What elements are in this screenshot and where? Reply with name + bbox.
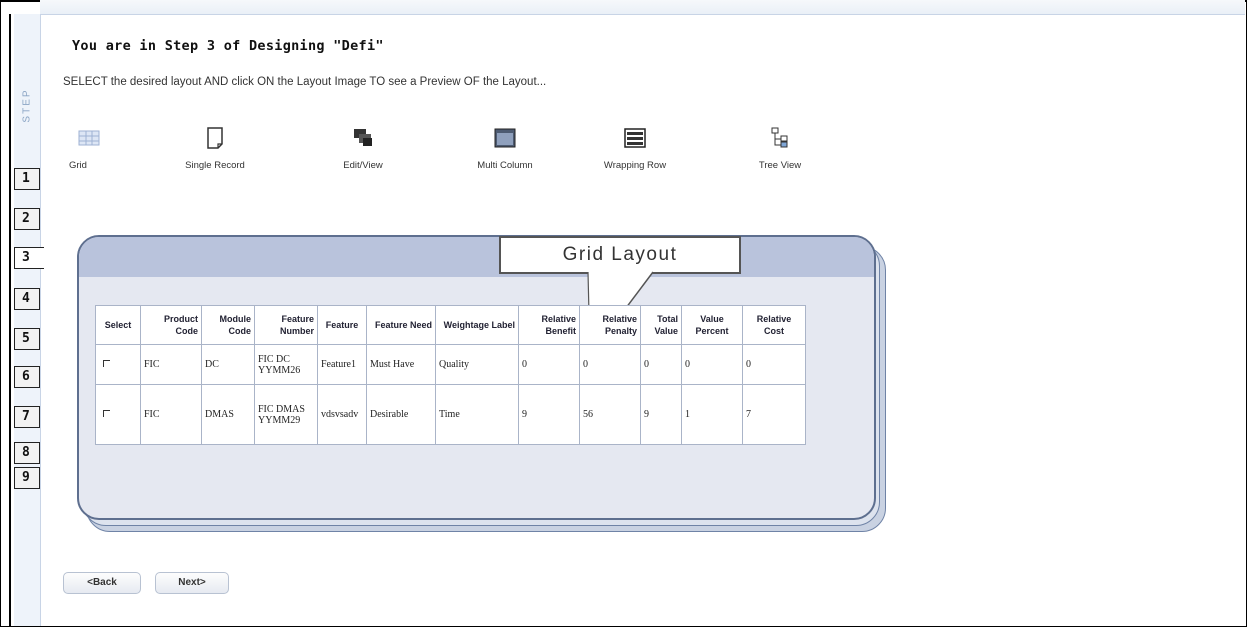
layout-option-wrapping-row[interactable]: Wrapping Row: [600, 124, 670, 171]
top-banner: [40, 0, 1245, 14]
column-header: Feature Need: [366, 305, 436, 345]
column-header: Feature: [317, 305, 367, 345]
table-cell: 0: [742, 344, 806, 385]
column-header: Module Code: [201, 305, 255, 345]
layout-label: Grid: [69, 160, 87, 171]
table-cell: 0: [518, 344, 580, 385]
step-6[interactable]: 6: [14, 366, 40, 388]
layout-label: Edit/View: [343, 160, 383, 171]
tree-view-icon[interactable]: [755, 124, 805, 152]
single-record-icon[interactable]: [175, 124, 255, 152]
table-cell: 9: [640, 384, 682, 445]
step-1[interactable]: 1: [14, 168, 40, 190]
column-header: Value Percent: [681, 305, 743, 345]
layout-option-single-record[interactable]: Single Record: [175, 124, 255, 171]
table-cell: FIC DC YYMM26: [254, 344, 318, 385]
table-cell: DC: [201, 344, 255, 385]
step-2[interactable]: 2: [14, 208, 40, 230]
column-header: Select: [95, 305, 141, 345]
row-checkbox[interactable]: [103, 410, 110, 417]
column-header: Relative Cost: [742, 305, 806, 345]
preview-header-band: [79, 237, 874, 277]
back-button[interactable]: <Back: [63, 572, 141, 594]
top-divider: [40, 14, 1245, 15]
table-cell: Desirable: [366, 384, 436, 445]
table-row: FIC DMAS FIC DMAS YYMM29 vdsvsadv Desira…: [95, 384, 806, 445]
row-select-cell[interactable]: [95, 344, 141, 385]
table-header-row: Select Product Code Module Code Feature …: [95, 305, 806, 345]
layout-callout: Grid Layout: [499, 236, 741, 274]
column-header: Feature Number: [254, 305, 318, 345]
layout-label: Wrapping Row: [603, 160, 667, 171]
table-cell: FIC: [140, 384, 202, 445]
table-cell: FIC DMAS YYMM29: [254, 384, 318, 445]
next-button[interactable]: Next>: [155, 572, 229, 594]
layout-label: Single Record: [185, 160, 245, 171]
edit-view-icon[interactable]: [328, 124, 398, 152]
table-row: FIC DC FIC DC YYMM26 Feature1 Must Have …: [95, 344, 806, 385]
table-cell: FIC: [140, 344, 202, 385]
table-cell: 7: [742, 384, 806, 445]
step-9[interactable]: 9: [14, 467, 40, 489]
page-title: You are in Step 3 of Designing "Defi": [72, 38, 384, 54]
step-sidebar-label: STEP: [21, 87, 33, 123]
wrapping-row-icon[interactable]: [600, 124, 670, 152]
column-header: Relative Penalty: [579, 305, 641, 345]
table-cell: 1: [681, 384, 743, 445]
step-8[interactable]: 8: [14, 442, 40, 464]
row-checkbox[interactable]: [103, 360, 110, 367]
table-cell: Feature1: [317, 344, 367, 385]
table-cell: Quality: [435, 344, 519, 385]
column-header: Product Code: [140, 305, 202, 345]
layout-option-edit-view[interactable]: Edit/View: [328, 124, 398, 171]
table-cell: 56: [579, 384, 641, 445]
layout-label: Tree View: [758, 160, 802, 171]
table-cell: 0: [681, 344, 743, 385]
column-header: Total Value: [640, 305, 682, 345]
instruction-text: SELECT the desired layout AND click ON t…: [63, 76, 547, 88]
step-5[interactable]: 5: [14, 328, 40, 350]
step-7[interactable]: 7: [14, 406, 40, 428]
step-3[interactable]: 3: [14, 247, 44, 269]
row-select-cell[interactable]: [95, 384, 141, 445]
column-header: Relative Benefit: [518, 305, 580, 345]
table-cell: Must Have: [366, 344, 436, 385]
layout-option-tree-view[interactable]: Tree View: [755, 124, 805, 171]
table-cell: 9: [518, 384, 580, 445]
table-cell: vdsvsadv: [317, 384, 367, 445]
step-4[interactable]: 4: [14, 288, 40, 310]
table-cell: Time: [435, 384, 519, 445]
layout-option-multi-column[interactable]: Multi Column: [465, 124, 545, 171]
layout-label: Multi Column: [477, 160, 533, 171]
grid-layout-icon[interactable]: [69, 124, 109, 152]
table-cell: 0: [579, 344, 641, 385]
table-cell: DMAS: [201, 384, 255, 445]
multi-column-icon[interactable]: [465, 124, 545, 152]
layout-option-grid[interactable]: Grid: [69, 124, 109, 171]
table-cell: 0: [640, 344, 682, 385]
column-header: Weightage Label: [435, 305, 519, 345]
preview-grid-table: Select Product Code Module Code Feature …: [95, 305, 806, 445]
left-border: [9, 14, 11, 626]
